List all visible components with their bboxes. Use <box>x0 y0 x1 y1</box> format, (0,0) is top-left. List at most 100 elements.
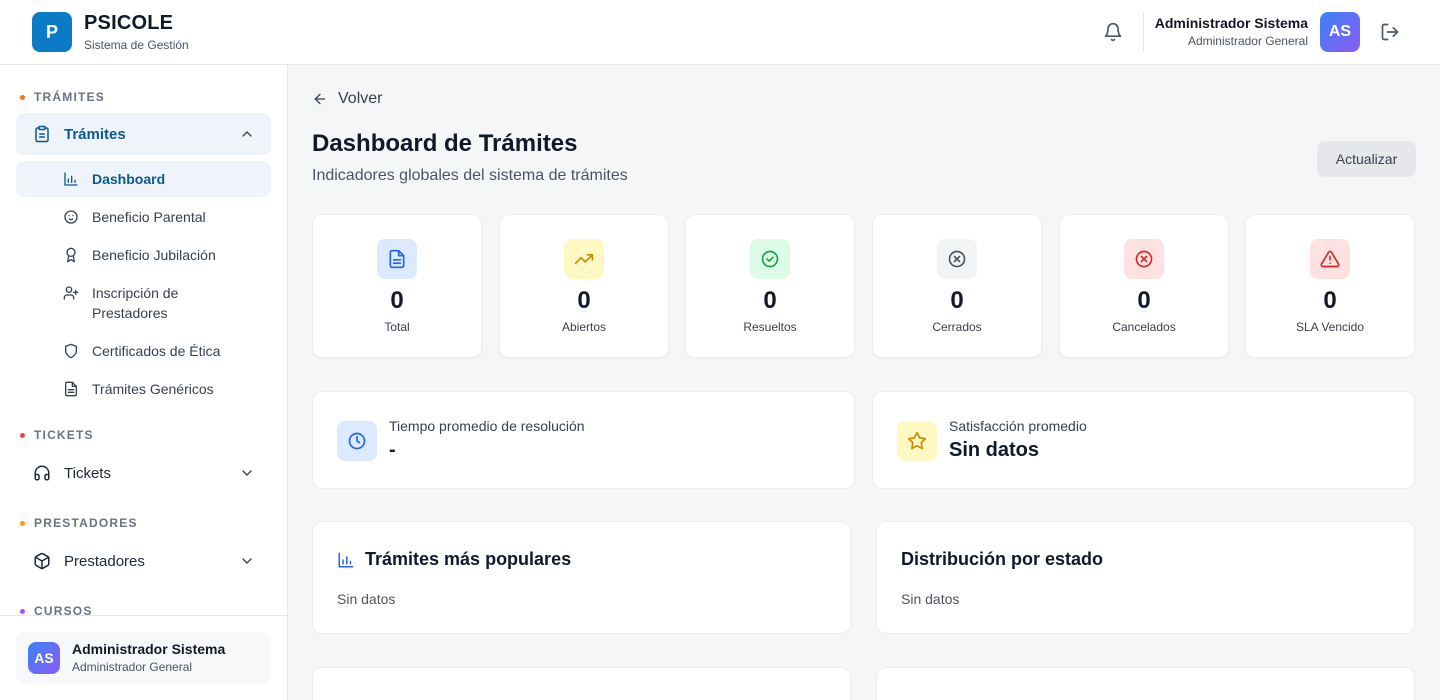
sidebar: TRÁMITES Trámites Dashboard Beneficio Pa… <box>0 65 288 700</box>
check-circle-icon <box>750 239 790 279</box>
stat-label: Resueltos <box>743 320 797 334</box>
stat-card-cancelados: 0 Cancelados <box>1059 214 1229 358</box>
trending-up-icon <box>564 239 604 279</box>
metric-value: Sin datos <box>949 439 1040 461</box>
sidebar-user-name: Administrador Sistema <box>72 641 226 657</box>
alert-triangle-icon <box>1310 239 1350 279</box>
stat-label: Cerrados <box>932 320 982 334</box>
sidebar-group-tickets[interactable]: Tickets <box>16 452 271 494</box>
sidebar-user-card[interactable]: AS Administrador Sistema Administrador G… <box>16 632 271 684</box>
chevron-down-icon <box>242 558 252 564</box>
panel-title-text: Trámites más populares <box>365 549 572 569</box>
bar-chart-icon <box>63 171 79 187</box>
shield-icon <box>63 343 79 359</box>
brand-subtitle: Sistema de Gestión <box>84 38 189 52</box>
sidebar-avatar: AS <box>28 642 60 674</box>
metric-card-tiempo-promedio: Tiempo promedio de resolución - <box>312 391 855 489</box>
section-dot <box>20 608 25 614</box>
sidebar-item-label: Certificados de Ética <box>92 343 221 359</box>
section-dot <box>20 520 25 526</box>
user-plus-icon <box>63 285 79 301</box>
clock-icon <box>337 421 377 461</box>
metric-value: - <box>389 439 396 461</box>
sidebar-group-tramites[interactable]: Trámites <box>16 113 271 155</box>
stat-label: Abiertos <box>561 320 607 334</box>
sidebar-group-label: Prestadores <box>64 552 145 570</box>
section-heading-tramites: TRÁMITES <box>20 90 105 104</box>
stat-card-cerrados: 0 Cerrados <box>872 214 1042 358</box>
app-logo[interactable]: P <box>32 12 72 52</box>
package-icon <box>32 551 52 571</box>
stat-label: Cancelados <box>1112 320 1176 334</box>
back-link[interactable]: Volver <box>312 90 382 108</box>
metric-label: Satisfacción promedio <box>949 418 1087 434</box>
page-title: Dashboard de Trámites <box>312 130 578 157</box>
sidebar-item-label: Beneficio Jubilación <box>92 247 216 263</box>
sidebar-group-label: Tickets <box>64 464 111 482</box>
section-label: TICKETS <box>34 428 94 442</box>
stat-value: 0 <box>1323 287 1337 314</box>
clipboard-icon <box>32 124 52 144</box>
baby-icon <box>63 209 79 225</box>
section-label: TRÁMITES <box>34 90 105 104</box>
bar-chart-icon <box>338 552 354 567</box>
x-circle-icon <box>1124 239 1164 279</box>
section-heading-tickets: TICKETS <box>20 428 94 442</box>
panel-title: Trámites más populares <box>337 549 571 570</box>
section-heading-prestadores: PRESTADORES <box>20 516 138 530</box>
file-text-icon <box>63 381 79 397</box>
sidebar-footer: AS Administrador Sistema Administrador G… <box>0 615 287 700</box>
section-dot <box>20 94 25 100</box>
sidebar-item-label: Beneficio Parental <box>92 209 206 225</box>
refresh-button[interactable]: Actualizar <box>1317 141 1416 177</box>
logout-icon[interactable] <box>1378 21 1402 43</box>
sidebar-item-beneficio-jubilacion[interactable]: Beneficio Jubilación <box>16 237 271 273</box>
document-icon <box>377 239 417 279</box>
section-dot <box>20 432 25 438</box>
brand-name: PSICOLE <box>84 12 174 34</box>
header-user-name: Administrador Sistema <box>1154 15 1308 31</box>
sidebar-item-label: Trámites Genéricos <box>92 381 214 397</box>
panel-empty-text: Sin datos <box>337 591 396 607</box>
header-user-info: Administrador Sistema Administrador Gene… <box>1155 14 1308 50</box>
stat-value: 0 <box>1137 287 1151 314</box>
panel-title: Distribución por estado <box>901 549 1103 570</box>
headphones-icon <box>32 463 52 483</box>
notifications-bell-icon[interactable] <box>1102 21 1124 43</box>
sidebar-item-tramites-genericos[interactable]: Trámites Genéricos <box>16 371 271 407</box>
top-header: P PSICOLE Sistema de Gestión Administrad… <box>0 0 1440 65</box>
chevron-up-icon <box>242 131 252 137</box>
sidebar-item-dashboard[interactable]: Dashboard <box>16 161 271 197</box>
header-divider <box>1143 12 1144 52</box>
stat-card-total: 0 Total <box>312 214 482 358</box>
page-subtitle: Indicadores globales del sistema de trám… <box>312 167 628 184</box>
metric-card-satisfaccion: Satisfacción promedio Sin datos <box>872 391 1415 489</box>
sidebar-group-label: Trámites <box>64 125 126 143</box>
sidebar-item-certificados-etica[interactable]: Certificados de Ética <box>16 333 271 369</box>
stat-value: 0 <box>763 287 777 314</box>
header-user-role: Administrador General <box>1187 34 1308 48</box>
panel-empty-text: Sin datos <box>901 591 960 607</box>
stat-card-sla-vencido: 0 SLA Vencido <box>1245 214 1415 358</box>
panel-title-text: Distribución por estado <box>901 549 1104 569</box>
sidebar-group-prestadores[interactable]: Prestadores <box>16 540 271 582</box>
chevron-down-icon <box>242 470 252 476</box>
panel-tramites-populares: Trámites más populares Sin datos <box>312 521 851 634</box>
metric-label: Tiempo promedio de resolución <box>389 418 585 434</box>
stat-label: SLA Vencido <box>1295 320 1365 334</box>
award-icon <box>63 247 79 263</box>
arrow-left-icon <box>314 93 326 105</box>
stat-label: Total <box>384 320 410 334</box>
sidebar-user-role: Administrador General <box>72 660 193 674</box>
panel-distribucion-estado: Distribución por estado Sin datos <box>876 521 1415 634</box>
stat-card-abiertos: 0 Abiertos <box>499 214 669 358</box>
star-icon <box>897 421 937 461</box>
sidebar-item-beneficio-parental[interactable]: Beneficio Parental <box>16 199 271 235</box>
panel-partial-left <box>312 667 851 700</box>
sidebar-item-inscripcion-prestadores[interactable]: Inscripción de Prestadores <box>16 275 271 331</box>
section-label: PRESTADORES <box>34 516 138 530</box>
stat-value: 0 <box>950 287 964 314</box>
x-circle-icon <box>937 239 977 279</box>
sidebar-item-label: Inscripción de Prestadores <box>92 285 179 321</box>
header-avatar[interactable]: AS <box>1320 12 1360 52</box>
